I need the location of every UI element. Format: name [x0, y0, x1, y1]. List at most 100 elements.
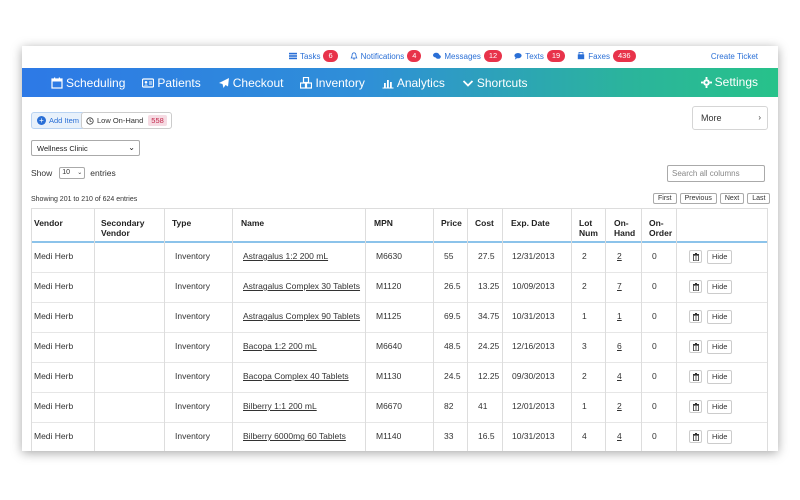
cell-name[interactable]: Astragalus 1:2 200 mL	[243, 251, 328, 261]
nav-settings[interactable]: Settings	[700, 75, 758, 89]
show-entries-control: Show 10 ⌄ entries	[31, 167, 116, 179]
column-divider	[605, 209, 606, 243]
pager-first-button[interactable]: First	[653, 193, 677, 204]
nav-analytics[interactable]: Analytics	[382, 76, 445, 90]
cell-mpn: M1125	[376, 311, 402, 321]
column-divider	[467, 243, 468, 273]
hide-button[interactable]: Hide	[707, 340, 733, 354]
delete-button[interactable]	[689, 370, 702, 383]
tasks-link[interactable]: Tasks 6	[289, 50, 338, 62]
cell-on-hand[interactable]: 2	[617, 401, 622, 411]
pager-previous-button[interactable]: Previous	[679, 193, 717, 204]
notifications-count-badge: 4	[407, 50, 422, 62]
delete-button[interactable]	[689, 430, 702, 443]
column-divider	[605, 333, 606, 363]
pager-last-button[interactable]: Last	[747, 193, 771, 204]
column-divider	[571, 209, 572, 243]
low-onhand-button[interactable]: Low On-Hand 558	[81, 112, 172, 129]
cell-cost: 34.75	[478, 311, 500, 321]
gear-icon	[700, 76, 712, 88]
col-header-name[interactable]: Name	[241, 218, 264, 228]
nav-shortcuts[interactable]: Shortcuts	[462, 76, 528, 90]
search-all-columns-input[interactable]: Search all columns	[667, 165, 765, 182]
nav-patients[interactable]: Patients	[142, 76, 201, 90]
cell-name[interactable]: Bilberry 1:1 200 mL	[243, 401, 317, 411]
delete-button[interactable]	[689, 280, 702, 293]
delete-button[interactable]	[689, 340, 702, 353]
cell-on-hand[interactable]: 1	[617, 311, 622, 321]
cell-price: 55	[444, 251, 454, 261]
faxes-link[interactable]: Faxes 436	[577, 50, 636, 62]
col-header-on-order[interactable]: On-Order	[649, 218, 674, 238]
col-header-cost[interactable]: Cost	[475, 218, 494, 228]
table-row: Medi Herb Inventory Bilberry 1:1 200 mL M66…	[31, 393, 768, 423]
column-divider	[232, 393, 233, 423]
show-label: Show	[31, 168, 53, 178]
bar-chart-icon	[382, 79, 394, 88]
plus-circle-icon: +	[37, 116, 46, 125]
delete-button[interactable]	[689, 310, 702, 323]
hide-button[interactable]: Hide	[707, 370, 733, 384]
delete-button[interactable]	[689, 400, 702, 413]
hide-button[interactable]: Hide	[707, 280, 733, 294]
hide-button[interactable]: Hide	[707, 310, 733, 324]
fax-icon	[578, 52, 585, 60]
create-ticket-link[interactable]: Create Ticket	[711, 52, 758, 61]
cell-price: 82	[444, 401, 454, 411]
column-divider	[571, 393, 572, 423]
hide-button[interactable]: Hide	[707, 250, 733, 264]
col-header-on-hand[interactable]: On-Hand	[614, 218, 639, 238]
col-header-price[interactable]: Price	[441, 218, 462, 228]
cell-name[interactable]: Bacopa Complex 40 Tablets	[243, 371, 349, 381]
cell-lot-num: 3	[582, 341, 587, 351]
cell-on-hand[interactable]: 4	[617, 431, 622, 441]
notifications-link[interactable]: Notifications 4	[350, 50, 422, 62]
column-divider	[31, 303, 32, 333]
cell-name[interactable]: Astragalus Complex 30 Tablets	[243, 281, 360, 291]
col-header-exp-date[interactable]: Exp. Date	[511, 218, 550, 228]
hide-button[interactable]: Hide	[707, 400, 733, 414]
col-header-mpn[interactable]: MPN	[374, 218, 393, 228]
cell-name[interactable]: Astragalus Complex 90 Tablets	[243, 311, 360, 321]
col-header-vendor[interactable]: Vendor	[34, 218, 63, 228]
chevron-down-icon: ⌄	[128, 143, 135, 152]
add-item-button[interactable]: + Add Item	[31, 112, 86, 129]
cell-on-hand[interactable]: 6	[617, 341, 622, 351]
cell-price: 48.5	[444, 341, 461, 351]
entries-length-select[interactable]: 10 ⌄	[59, 167, 86, 179]
texts-link[interactable]: Texts 19	[514, 50, 566, 62]
messages-link[interactable]: Messages 12	[433, 50, 503, 62]
more-button[interactable]: More ›	[692, 106, 768, 130]
nav-scheduling[interactable]: Scheduling	[51, 76, 125, 90]
clinic-select[interactable]: Wellness Clinic ⌄	[31, 140, 140, 156]
column-divider	[605, 423, 606, 451]
col-header-type[interactable]: Type	[172, 218, 191, 228]
nav-checkout[interactable]: Checkout	[218, 76, 283, 90]
column-divider	[365, 303, 366, 333]
cell-on-order: 0	[652, 281, 657, 291]
trash-icon	[693, 343, 699, 351]
column-divider	[571, 363, 572, 393]
cell-on-order: 0	[652, 311, 657, 321]
cell-on-order: 0	[652, 341, 657, 351]
column-divider	[676, 423, 677, 451]
cell-on-hand[interactable]: 4	[617, 371, 622, 381]
col-header-lot-num[interactable]: Lot Num	[579, 218, 604, 238]
texts-label: Texts	[525, 51, 544, 61]
cell-type: Inventory	[175, 281, 210, 291]
cell-type: Inventory	[175, 401, 210, 411]
column-divider	[676, 333, 677, 363]
cell-name[interactable]: Bilberry 6000mg 60 Tablets	[243, 431, 346, 441]
cell-price: 69.5	[444, 311, 461, 321]
column-divider	[502, 333, 503, 363]
cell-on-hand[interactable]: 7	[617, 281, 622, 291]
comments-icon	[514, 52, 522, 60]
nav-inventory[interactable]: Inventory	[300, 76, 365, 90]
pager-next-button[interactable]: Next	[719, 193, 745, 204]
hide-button[interactable]: Hide	[707, 430, 733, 444]
cell-name[interactable]: Bacopa 1:2 200 mL	[243, 341, 317, 351]
col-header-secondary-vendor[interactable]: Secondary Vendor	[101, 218, 156, 238]
delete-button[interactable]	[689, 250, 702, 263]
nav-shortcuts-label: Shortcuts	[476, 75, 528, 90]
cell-on-hand[interactable]: 2	[617, 251, 622, 261]
